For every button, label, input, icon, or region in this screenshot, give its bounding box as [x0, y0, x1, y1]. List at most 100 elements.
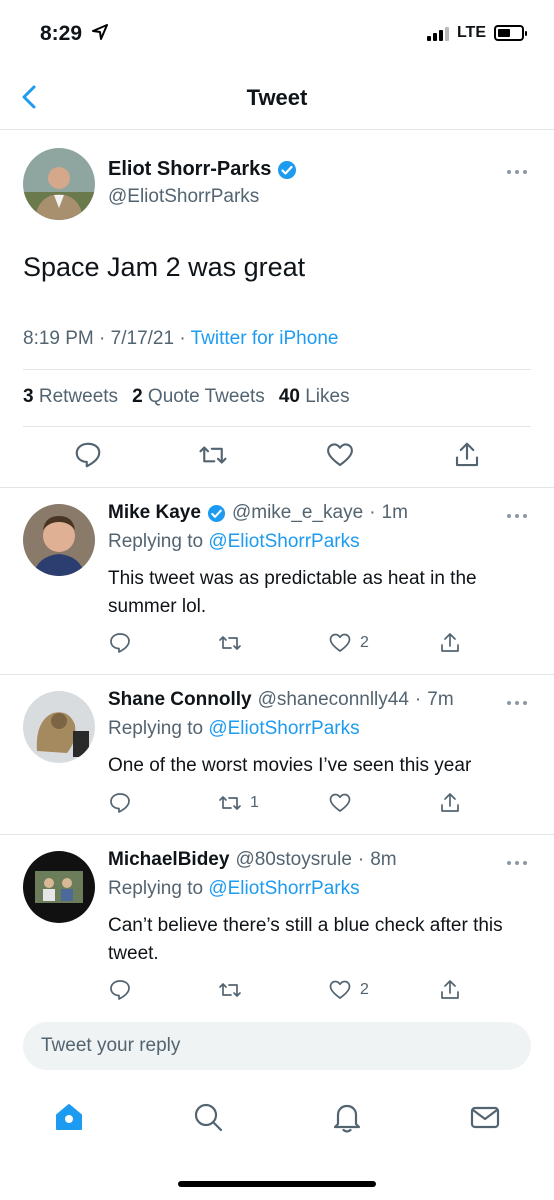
mention-link[interactable]: @EliotShorrParks — [208, 718, 359, 739]
mention-link[interactable]: @EliotShorrParks — [208, 531, 359, 552]
replying-label: Replying to — [108, 531, 204, 552]
like-icon — [329, 793, 351, 812]
tweet-source-link[interactable]: Twitter for iPhone — [191, 328, 339, 349]
nav-header: Tweet — [0, 70, 554, 130]
tweet-actions — [0, 440, 554, 480]
reply-icon[interactable] — [73, 440, 103, 470]
retweet-button[interactable]: 1 — [218, 791, 259, 815]
like-icon — [329, 980, 351, 999]
reply-header: MichaelBidey @80stoysrule · 8m — [108, 849, 397, 871]
tweet-text: Space Jam 2 was great — [23, 252, 306, 282]
reply-button[interactable] — [108, 978, 132, 1002]
share-icon — [441, 633, 459, 652]
reply-button[interactable] — [108, 631, 132, 655]
reply-text: This tweet was as predictable as heat in… — [108, 568, 477, 617]
divider — [23, 369, 531, 370]
likes-label: Likes — [305, 386, 350, 407]
reply-input[interactable]: Tweet your reply — [23, 1022, 531, 1070]
like-button[interactable]: 2 — [328, 631, 369, 655]
author-name[interactable]: Eliot Shorr-Parks — [108, 158, 297, 181]
more-options-icon[interactable] — [506, 168, 528, 176]
retweet-icon — [219, 796, 241, 810]
reply-author-name[interactable]: Mike Kaye — [108, 502, 201, 524]
retweets-count: 3 — [23, 386, 34, 407]
like-icon — [329, 633, 351, 652]
avatar[interactable] — [23, 691, 95, 763]
verified-badge-icon — [207, 504, 226, 522]
mention-link[interactable]: @EliotShorrParks — [208, 878, 359, 899]
reply-header: Mike Kaye @mike_e_kaye · 1m — [108, 502, 408, 524]
status-time: 8:29 — [40, 22, 83, 45]
like-count: 2 — [360, 634, 369, 651]
reply-actions: 1 — [0, 791, 554, 817]
quotes-stat[interactable]: 2 Quote Tweets — [132, 386, 265, 408]
reply-author-name[interactable]: MichaelBidey — [108, 849, 229, 871]
replying-to: Replying to @EliotShorrParks — [108, 878, 360, 900]
dot-separator: · — [414, 689, 422, 710]
retweet-icon — [219, 983, 241, 997]
location-arrow-icon — [92, 24, 108, 40]
reply-header: Shane Connolly @shaneconnlly44 · 7m — [108, 689, 454, 711]
network-label: LTE — [456, 24, 486, 41]
reply-text: One of the worst movies I’ve seen this y… — [108, 755, 472, 776]
retweet-count: 1 — [250, 794, 259, 811]
share-button[interactable] — [438, 631, 462, 655]
notifications-icon[interactable] — [330, 1100, 364, 1134]
reply-author-handle[interactable]: @shaneconnlly44 — [258, 689, 409, 711]
reply-author-handle[interactable]: @80stoysrule — [235, 849, 351, 871]
likes-stat[interactable]: 40 Likes — [279, 386, 350, 408]
share-button[interactable] — [438, 978, 462, 1002]
reply-author-name[interactable]: Shane Connolly — [108, 689, 252, 711]
tweet-date: 7/17/21 — [110, 328, 175, 349]
search-icon[interactable] — [191, 1100, 225, 1134]
reply-text: Can’t believe there’s still a blue check… — [108, 915, 503, 964]
messages-icon[interactable] — [468, 1100, 502, 1134]
share-button[interactable] — [438, 791, 462, 815]
avatar[interactable] — [23, 851, 95, 923]
reply-tweet[interactable]: MichaelBidey @80stoysrule · 8m Replying … — [0, 834, 554, 1012]
like-button[interactable] — [328, 791, 360, 815]
signal-icon — [426, 25, 449, 41]
like-button[interactable]: 2 — [328, 978, 369, 1002]
dot-separator: · — [357, 849, 365, 870]
author-name-text: Eliot Shorr-Parks — [108, 158, 272, 180]
replying-label: Replying to — [108, 718, 204, 739]
reply-time: 1m — [381, 502, 408, 523]
retweet-icon[interactable] — [198, 440, 228, 470]
quotes-count: 2 — [132, 386, 143, 407]
avatar[interactable] — [23, 504, 95, 576]
reply-tweet[interactable]: Shane Connolly @shaneconnlly44 · 7m Repl… — [0, 674, 554, 834]
more-options-icon[interactable] — [506, 699, 528, 707]
status-bar: 8:29 LTE — [0, 0, 554, 70]
battery-icon — [494, 25, 527, 41]
more-options-icon[interactable] — [506, 859, 528, 867]
tweet-timestamp: 8:19 PM · 7/17/21 · Twitter for iPhone — [23, 328, 339, 349]
reply-actions: 2 — [0, 978, 554, 1004]
replying-label: Replying to — [108, 878, 204, 899]
like-icon[interactable] — [325, 440, 355, 470]
dot-separator: · — [369, 502, 376, 523]
avatar[interactable] — [23, 148, 95, 220]
retweet-button[interactable] — [218, 978, 250, 1002]
reply-author-handle[interactable]: @mike_e_kaye — [232, 502, 363, 524]
reply-icon — [110, 980, 130, 1000]
reply-button[interactable] — [108, 791, 132, 815]
reply-placeholder: Tweet your reply — [41, 1035, 181, 1056]
retweet-button[interactable] — [218, 631, 250, 655]
bottom-tab-bar — [0, 1090, 554, 1150]
retweets-stat[interactable]: 3 Retweets — [23, 386, 118, 408]
quotes-label: Quote Tweets — [147, 386, 265, 407]
divider — [23, 426, 531, 427]
home-indicator[interactable] — [178, 1181, 376, 1187]
reply-icon — [110, 793, 130, 813]
share-icon[interactable] — [452, 440, 482, 470]
tweet-time: 8:19 PM — [23, 328, 94, 349]
reply-actions: 2 — [0, 631, 554, 657]
likes-count: 40 — [278, 386, 300, 407]
author-handle[interactable]: @EliotShorrParks — [108, 186, 259, 208]
home-icon[interactable] — [52, 1100, 86, 1134]
reply-tweet[interactable]: Mike Kaye @mike_e_kaye · 1m Replying to … — [0, 487, 554, 674]
more-options-icon[interactable] — [506, 512, 528, 520]
like-count: 2 — [360, 981, 369, 998]
verified-badge-icon — [278, 160, 297, 179]
